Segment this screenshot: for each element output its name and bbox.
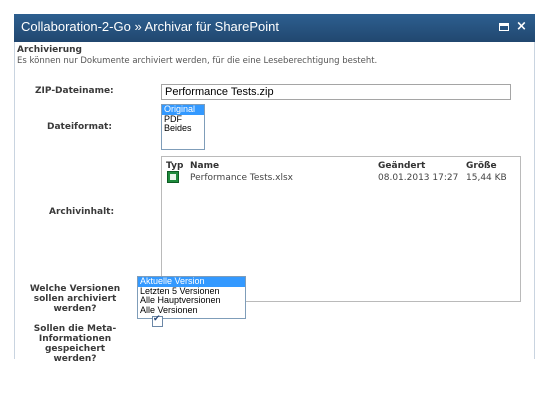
versions-listbox[interactable]: Aktuelle Version Letzten 5 Versionen All… (137, 276, 246, 319)
column-header-modified: Geändert (378, 161, 426, 171)
excel-file-icon (167, 171, 179, 183)
row-size: 15,44 KB (466, 173, 507, 183)
zip-filename-input[interactable]: Performance Tests.zip (161, 84, 511, 100)
archive-dialog: Collaboration-2-Go » Archivar für ShareP… (14, 14, 535, 364)
dialog-body: Archivierung Es können nur Dokumente arc… (14, 42, 535, 364)
format-listbox[interactable]: Original PDF Beides (161, 104, 205, 150)
section-description: Es können nur Dokumente archiviert werde… (17, 56, 378, 66)
section-title: Archivierung (17, 45, 82, 55)
column-header-name: Name (190, 161, 220, 171)
close-icon[interactable]: × (516, 19, 527, 34)
format-label: Dateiformat: (47, 122, 112, 132)
save-metadata-checkbox[interactable] (152, 314, 163, 327)
row-modified: 08.01.2013 17:27 (378, 173, 459, 183)
column-header-type: Typ (166, 161, 184, 171)
column-header-size: Größe (466, 161, 497, 171)
row-name: Performance Tests.xlsx (190, 173, 294, 183)
versions-label: Welche Versionen sollen archiviert werde… (29, 284, 121, 314)
dialog-title: Collaboration-2-Go » Archivar für ShareP… (21, 19, 279, 34)
zip-filename-label: ZIP-Dateiname: (35, 86, 114, 96)
dialog-titlebar: Collaboration-2-Go » Archivar für ShareP… (14, 14, 535, 42)
archive-content-label: Archivinhalt: (49, 207, 115, 217)
metadata-label: Sollen die Meta- Informationen gespeiche… (33, 324, 117, 364)
format-option-both[interactable]: Beides (162, 123, 204, 134)
maximize-icon[interactable] (499, 23, 509, 31)
